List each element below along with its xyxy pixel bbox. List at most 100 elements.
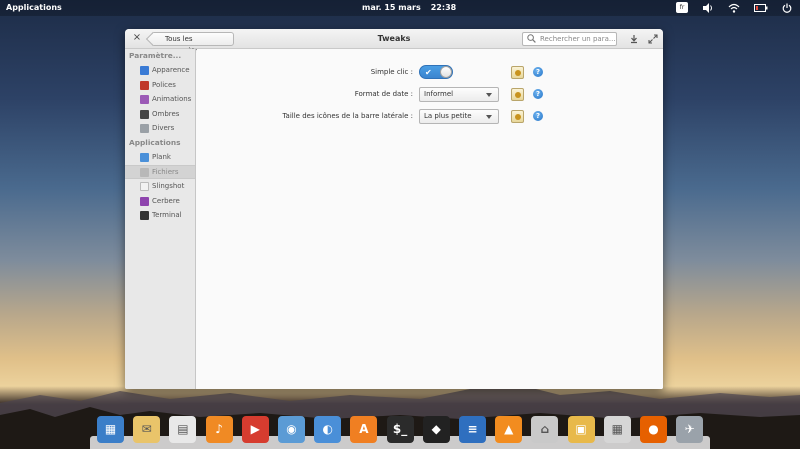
sidebar-section-header: Paramètre... (129, 51, 182, 60)
sidebar-item-animations[interactable]: Animations (125, 92, 195, 107)
wifi-icon[interactable] (728, 3, 740, 13)
sidebar-item-apparence[interactable]: Apparence (125, 63, 195, 78)
sidebar-item-label: Fichiers (152, 167, 179, 176)
sidebar-item-terminal[interactable]: Terminal (125, 208, 195, 223)
dock-videos[interactable]: ▶ (241, 416, 269, 443)
sidebar-item-label: Ombres (152, 109, 180, 118)
sidebar-item-cerbere[interactable]: Cerbere (125, 194, 195, 209)
dock-vlc[interactable]: ▲ (495, 416, 523, 443)
sidebar-item-fichiers[interactable]: Fichiers (125, 164, 195, 180)
clock[interactable]: mar. 15 mars 22:38 (362, 3, 456, 12)
sidebar-item-label: Apparence (152, 66, 190, 74)
dock-eidete[interactable]: ✈ (676, 416, 704, 443)
system-tray: fr (676, 2, 792, 13)
top-panel: Applications mar. 15 mars 22:38 fr (0, 0, 800, 16)
tweaks-window: × Tous les paramètres Tweaks Rechercher … (125, 29, 663, 389)
photos-icon: ◉ (286, 422, 297, 436)
dock-files[interactable]: ⌂ (531, 416, 559, 443)
switch-knob (440, 66, 452, 78)
dock-terminal[interactable]: $_ (386, 416, 414, 443)
inkscape-icon: ◆ (431, 422, 441, 436)
files-icon (140, 167, 149, 177)
slingshot-icon (140, 182, 149, 192)
setting-label: Format de date : (354, 90, 413, 98)
dock-multitasking-view[interactable]: ▦ (97, 416, 124, 443)
setting-combo[interactable]: Informel (419, 87, 499, 102)
dock-calendar[interactable]: ▤ (169, 416, 197, 443)
document-icon: ≡ (467, 422, 478, 436)
power-icon[interactable] (782, 3, 792, 13)
appcenter-icon: A (359, 422, 369, 436)
sidebar-item-slingshot[interactable]: Slingshot (125, 179, 195, 194)
setting-label: Simple clic : (370, 68, 413, 76)
reset-default-button[interactable] (511, 66, 524, 79)
dock-mail[interactable]: ✉ (133, 416, 161, 443)
mail-icon: ✉ (141, 422, 152, 436)
sidebar-item-label: Terminal (152, 211, 182, 220)
keyboard-layout-indicator[interactable]: fr (676, 2, 688, 13)
sidebar-item-label: Polices (152, 80, 176, 89)
dock-music[interactable]: ♪ (205, 416, 233, 443)
setting-row: Simple clic : ✔? (197, 65, 663, 81)
dock-shotwell[interactable]: ▣ (567, 416, 595, 443)
chevron-down-icon (486, 115, 492, 119)
setting-row: Taille des icônes de la barre latérale :… (197, 109, 663, 125)
combo-value: La plus petite (424, 112, 472, 120)
misc-icon (140, 124, 149, 134)
combo-value: Informel (424, 90, 454, 98)
shotwell-icon: ▣ (575, 422, 587, 436)
animations-icon (140, 95, 149, 105)
calculator-icon: ▦ (611, 422, 623, 436)
titlebar: × Tous les paramètres Tweaks Rechercher … (125, 29, 663, 55)
vlc-icon: ▲ (504, 422, 514, 436)
switch-settings-icon: ◐ (322, 422, 333, 436)
download-icon[interactable] (629, 34, 639, 44)
dock-firefox[interactable]: ● (640, 416, 667, 443)
single-click-switch[interactable]: ✔ (419, 65, 453, 79)
music-icon: ♪ (215, 422, 223, 436)
sidebar-item-label: Animations (152, 95, 192, 104)
rocket-icon: ✈ (684, 422, 695, 436)
sidebar-item-label: Cerbere (152, 196, 180, 205)
setting-combo[interactable]: La plus petite (419, 109, 499, 124)
clock-time: 22:38 (430, 3, 457, 12)
setting-label: Taille des icônes de la barre latérale : (282, 112, 413, 120)
battery-icon[interactable] (754, 3, 768, 12)
applications-menu[interactable]: Applications (6, 3, 62, 12)
dock-document-viewer[interactable]: ≡ (459, 416, 486, 443)
sidebar-item-ombres[interactable]: Ombres (125, 107, 195, 122)
reset-icon (515, 114, 521, 120)
volume-icon[interactable] (702, 2, 714, 13)
chevron-down-icon (486, 93, 492, 97)
sidebar: Paramètre... Apparence Polices Animations Om… (125, 49, 196, 389)
help-icon[interactable]: ? (533, 111, 543, 121)
sidebar-item-polices[interactable]: Polices (125, 78, 195, 93)
dock-system-settings[interactable]: ◐ (314, 416, 342, 443)
calendar-icon: ▤ (177, 422, 189, 436)
cerbere-icon (140, 196, 149, 206)
terminal-icon: $_ (392, 422, 408, 436)
search-placeholder: Rechercher un para... (540, 35, 616, 43)
sidebar-item-divers[interactable]: Divers (125, 121, 195, 136)
help-icon[interactable]: ? (533, 67, 543, 77)
multitasking-icon: ▦ (104, 422, 117, 436)
maximize-icon[interactable] (648, 34, 658, 44)
reset-icon (515, 70, 521, 76)
sidebar-section-header: Applications (129, 137, 181, 147)
dock-photos[interactable]: ◉ (278, 416, 305, 443)
dock-inkscape[interactable]: ◆ (422, 416, 450, 443)
search-icon (527, 34, 536, 43)
shadows-icon (140, 109, 149, 119)
reset-default-button[interactable] (511, 110, 524, 123)
dock-calculator[interactable]: ▦ (603, 416, 631, 443)
sidebar-item-plank[interactable]: Plank (125, 150, 195, 165)
search-input[interactable]: Rechercher un para... (522, 32, 617, 46)
clock-date: mar. 15 mars (362, 3, 421, 12)
setting-row: Format de date : Informel? (197, 87, 663, 103)
help-icon[interactable]: ? (533, 89, 543, 99)
reset-icon (515, 92, 521, 98)
videos-icon: ▶ (250, 422, 260, 436)
reset-default-button[interactable] (511, 88, 524, 101)
dock-app-center[interactable]: A (350, 416, 378, 443)
sidebar-item-label: Divers (152, 124, 175, 133)
